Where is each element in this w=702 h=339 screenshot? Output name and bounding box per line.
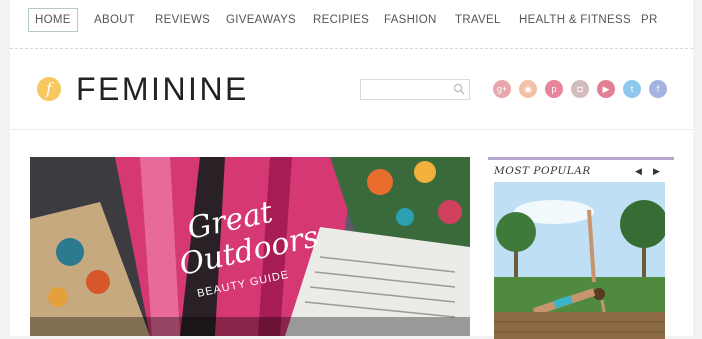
nav-item-about[interactable]: ABOUT <box>94 9 135 31</box>
hero-illustration: Great Outdoors BEAUTY GUIDE <box>30 157 470 336</box>
site-logo-text[interactable]: FEMININE <box>76 69 249 109</box>
google-plus-icon[interactable]: g+ <box>493 80 511 98</box>
youtube-icon[interactable]: ▶ <box>597 80 615 98</box>
carousel-next-icon[interactable]: ▶ <box>653 166 660 177</box>
popular-post-illustration <box>494 182 665 339</box>
facebook-icon[interactable]: f <box>649 80 667 98</box>
featured-post-image[interactable]: Great Outdoors BEAUTY GUIDE <box>30 157 470 336</box>
search-input[interactable] <box>360 79 470 100</box>
rss-icon[interactable]: ◉ <box>519 80 537 98</box>
nav-item-recipies[interactable]: RECIPIES <box>313 9 369 31</box>
search-icon[interactable] <box>453 83 465 95</box>
page: HOME ABOUT REVIEWS GIVEAWAYS RECIPIES FA… <box>10 0 693 339</box>
pinterest-icon[interactable]: p <box>545 80 563 98</box>
most-popular-widget: MOST POPULAR ◀ ▶ <box>488 157 674 339</box>
popular-post-image[interactable] <box>494 182 665 339</box>
twitter-icon[interactable]: t <box>623 80 641 98</box>
logo-icon[interactable]: f <box>37 77 61 101</box>
nav-item-health-fitness[interactable]: HEALTH & FITNESS <box>519 9 631 31</box>
nav-item-reviews[interactable]: REVIEWS <box>155 9 210 31</box>
instagram-icon[interactable]: ◘ <box>571 80 589 98</box>
carousel-prev-icon[interactable]: ◀ <box>635 166 642 177</box>
top-navigation: HOME ABOUT REVIEWS GIVEAWAYS RECIPIES FA… <box>10 0 693 49</box>
nav-item-pr[interactable]: PR <box>641 9 658 31</box>
site-header: f FEMININE g+ ◉ p ◘ ▶ t f <box>10 49 693 130</box>
widget-title: MOST POPULAR <box>494 165 591 177</box>
nav-item-home[interactable]: HOME <box>28 8 78 32</box>
nav-item-fashion[interactable]: FASHION <box>384 9 437 31</box>
nav-item-travel[interactable]: TRAVEL <box>455 9 501 31</box>
nav-item-giveaways[interactable]: GIVEAWAYS <box>226 9 296 31</box>
